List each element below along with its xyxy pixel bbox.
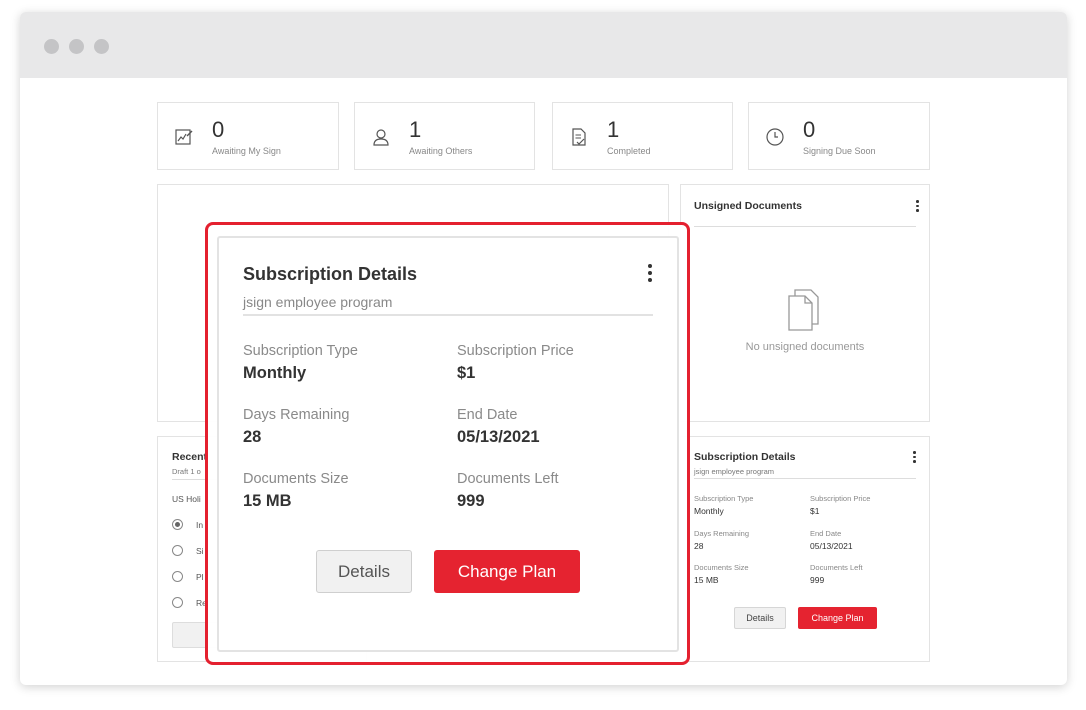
documents-size-label: Documents Size <box>243 471 349 487</box>
field-label: Days Remaining <box>694 529 750 538</box>
panel-title: Unsigned Documents <box>694 200 802 212</box>
field-label: Subscription Price <box>810 494 871 503</box>
documents-icon <box>788 289 819 331</box>
days-remaining-label: Days Remaining <box>243 407 350 423</box>
unsigned-documents-panel: Unsigned Documents No unsigned documents <box>680 184 930 422</box>
subscription-type-label: Subscription Type <box>243 343 358 359</box>
stat-card-signing-due-soon[interactable]: 0 Signing Due Soon <box>748 102 930 170</box>
details-button[interactable]: Details <box>734 607 786 629</box>
window-dot[interactable] <box>69 39 84 54</box>
divider <box>694 226 916 227</box>
signature-icon <box>175 129 193 145</box>
radio-option[interactable] <box>172 597 183 608</box>
change-plan-button[interactable]: Change Plan <box>434 550 580 593</box>
field-label: End Date <box>810 529 842 538</box>
divider <box>243 314 653 316</box>
stat-value: 1 <box>607 117 620 142</box>
subscription-subtitle: jsign employee program <box>243 294 393 310</box>
stat-value: 0 <box>803 117 816 142</box>
documents-size-value: 15 MB <box>243 492 292 510</box>
field-value: Monthly <box>694 506 724 516</box>
panel-subtitle: jsign employee program <box>694 467 775 476</box>
field-value: $1 <box>810 506 820 516</box>
more-options-icon[interactable] <box>648 264 652 282</box>
more-options-icon[interactable] <box>916 200 919 212</box>
documents-left-label: Documents Left <box>457 471 559 487</box>
change-plan-button[interactable]: Change Plan <box>798 607 877 629</box>
divider <box>694 478 916 479</box>
stat-card-completed[interactable]: 1 Completed <box>552 102 733 170</box>
stat-label: Awaiting My Sign <box>212 146 281 156</box>
field-label: Documents Left <box>810 563 863 572</box>
field-label: Documents Size <box>694 563 749 572</box>
stat-card-awaiting-others[interactable]: 1 Awaiting Others <box>354 102 535 170</box>
user-icon <box>373 129 389 146</box>
empty-state-text: No unsigned documents <box>745 341 865 353</box>
stat-label: Signing Due Soon <box>803 146 876 156</box>
subscription-details-zoom-card: Subscription Details jsign employee prog… <box>217 236 679 652</box>
panel-title: Recent <box>172 451 208 463</box>
clock-icon <box>766 128 784 146</box>
field-value: 999 <box>810 575 825 585</box>
radio-option[interactable] <box>172 545 183 556</box>
stat-card-awaiting-my-sign[interactable]: 0 Awaiting My Sign <box>157 102 339 170</box>
field-value: 15 MB <box>694 575 719 585</box>
radio-option[interactable] <box>172 571 183 582</box>
more-options-icon[interactable] <box>913 451 916 463</box>
radio-label: Pl <box>196 572 204 582</box>
stat-value: 1 <box>409 117 422 142</box>
details-button[interactable]: Details <box>316 550 412 593</box>
subscription-details-panel: Subscription Details jsign employee prog… <box>680 436 930 662</box>
document-check-icon <box>572 128 586 146</box>
stat-label: Awaiting Others <box>409 146 473 156</box>
end-date-label: End Date <box>457 407 518 423</box>
radio-label: Si <box>196 546 204 556</box>
group-label: US Holi <box>172 494 201 504</box>
documents-left-value: 999 <box>457 492 485 510</box>
end-date-value: 05/13/2021 <box>457 428 540 446</box>
panel-title: Subscription Details <box>694 451 796 463</box>
radio-option[interactable] <box>172 519 183 530</box>
stat-value: 0 <box>212 117 225 142</box>
field-value: 28 <box>694 541 704 551</box>
field-value: 05/13/2021 <box>810 541 853 551</box>
window-dot[interactable] <box>44 39 59 54</box>
field-label: Subscription Type <box>694 494 754 503</box>
title-bar <box>20 12 1067 78</box>
days-remaining-value: 28 <box>243 428 262 446</box>
window-dot[interactable] <box>94 39 109 54</box>
subscription-title: Subscription Details <box>243 264 418 284</box>
panel-subtitle: Draft 1 o <box>172 467 201 476</box>
stat-label: Completed <box>607 146 651 156</box>
subscription-type-value: Monthly <box>243 364 307 382</box>
subscription-price-label: Subscription Price <box>457 343 574 359</box>
radio-label: In <box>196 520 204 530</box>
subscription-price-value: $1 <box>457 364 476 382</box>
